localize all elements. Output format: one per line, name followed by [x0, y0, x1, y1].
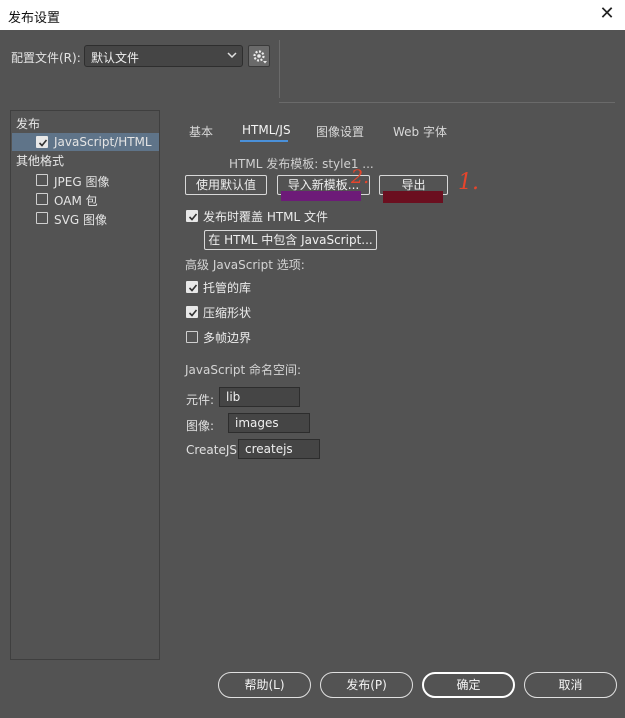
tab-html-js[interactable]: HTML/JS — [242, 123, 291, 137]
annotation-two: 2. — [351, 166, 370, 188]
symbols-label: 元件: — [186, 393, 215, 407]
annotation-highlight-maroon — [383, 191, 443, 203]
hosted-libs-checkbox[interactable] — [186, 281, 198, 293]
compact-shapes-label: 压缩形状 — [203, 306, 252, 320]
checkmark-icon — [38, 139, 48, 147]
tree-item-javascript-html[interactable]: JavaScript/HTML — [12, 133, 159, 151]
profile-options-button[interactable] — [248, 45, 270, 67]
tree-item-label: JavaScript/HTML — [54, 135, 152, 149]
tree-item-oam[interactable]: OAM 包 — [12, 190, 159, 208]
tree-item-svg[interactable]: SVG 图像 — [12, 209, 159, 227]
profile-value: 默认文件 — [91, 51, 140, 65]
header-divider-vertical — [279, 40, 280, 98]
gear-icon — [253, 50, 267, 64]
tab-web-fonts[interactable]: Web 字体 — [393, 123, 447, 140]
tab-image-settings[interactable]: 图像设置 — [316, 123, 364, 140]
tree-item-label: JPEG 图像 — [54, 175, 110, 189]
cancel-button[interactable]: 取消 — [524, 672, 617, 698]
close-icon[interactable]: ✕ — [597, 3, 617, 25]
tree-group-other-formats: 其他格式 — [16, 154, 65, 168]
namespace-label: JavaScript 命名空间: — [185, 363, 302, 377]
javascript-html-checkbox[interactable] — [36, 136, 48, 148]
images-input[interactable]: images — [228, 413, 310, 433]
multiframe-bounds-checkbox[interactable] — [186, 331, 198, 343]
svg-checkbox[interactable] — [36, 212, 48, 224]
tab-basic[interactable]: 基本 — [189, 123, 213, 140]
chevron-down-icon — [227, 52, 237, 59]
tree-item-jpeg[interactable]: JPEG 图像 — [12, 171, 159, 189]
header-divider-horizontal — [279, 102, 615, 103]
jpeg-checkbox[interactable] — [36, 174, 48, 186]
use-default-button[interactable]: 使用默认值 — [185, 175, 267, 195]
profile-label: 配置文件(R): — [11, 51, 81, 65]
profile-select[interactable]: 默认文件 — [84, 45, 243, 67]
oam-checkbox[interactable] — [36, 193, 48, 205]
images-label: 图像: — [186, 419, 215, 433]
overwrite-html-label: 发布时覆盖 HTML 文件 — [203, 210, 329, 224]
hosted-libs-label: 托管的库 — [203, 281, 252, 295]
symbols-input[interactable]: lib — [219, 387, 300, 407]
publish-button[interactable]: 发布(P) — [320, 672, 413, 698]
include-js-button[interactable]: 在 HTML 中包含 JavaScript... — [204, 230, 377, 250]
help-button[interactable]: 帮助(L) — [218, 672, 311, 698]
annotation-highlight-purple — [281, 191, 361, 201]
createjs-label: CreateJS: — [186, 443, 242, 457]
tree-item-label: SVG 图像 — [54, 213, 107, 227]
compact-shapes-checkbox[interactable] — [186, 306, 198, 318]
overwrite-html-checkbox[interactable] — [186, 210, 198, 222]
multiframe-bounds-label: 多帧边界 — [203, 331, 252, 345]
ok-button[interactable]: 确定 — [422, 672, 515, 698]
active-tab-indicator — [240, 140, 288, 142]
format-tree: 发布 JavaScript/HTML 其他格式 JPEG 图像 OAM 包 SV… — [10, 110, 160, 660]
advanced-options-label: 高级 JavaScript 选项: — [185, 258, 305, 272]
title-bar: 发布设置 ✕ — [0, 0, 625, 30]
checkmark-icon — [188, 213, 198, 221]
createjs-input[interactable]: createjs — [238, 439, 320, 459]
tree-item-label: OAM 包 — [54, 194, 98, 208]
checkmark-icon — [188, 309, 198, 317]
checkmark-icon — [188, 284, 198, 292]
annotation-one: 1. — [458, 170, 479, 195]
tree-group-publish: 发布 — [16, 117, 41, 131]
window-title: 发布设置 — [8, 11, 61, 26]
